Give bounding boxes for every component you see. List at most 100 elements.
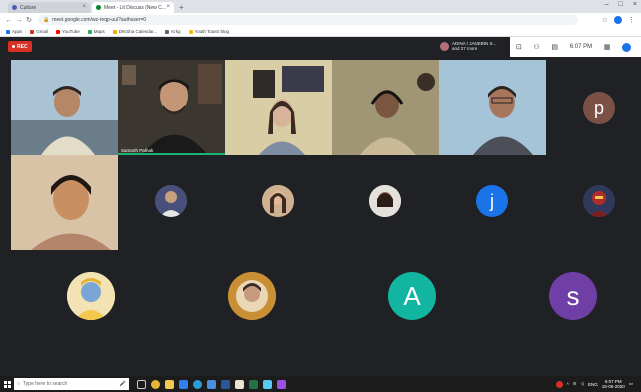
start-button[interactable] — [0, 376, 14, 392]
clock-date: 16-06-2020 — [601, 384, 625, 389]
forward-icon[interactable]: → — [14, 17, 24, 24]
chat-icon[interactable]: ▤ — [551, 43, 558, 51]
participant-video-tile[interactable] — [332, 60, 439, 155]
bookmark-label: YouTube — [62, 29, 80, 34]
record-dot-icon — [12, 45, 15, 48]
close-window-icon[interactable]: × — [633, 1, 637, 8]
search-icon: ○ — [17, 381, 21, 387]
bookmark-maps[interactable]: Maps — [87, 29, 105, 34]
participant-photo-avatar[interactable] — [155, 185, 187, 217]
language-indicator[interactable]: ENG — [588, 382, 598, 387]
close-tab-icon[interactable]: × — [82, 4, 86, 10]
participant-avatar-j[interactable]: j — [476, 185, 508, 217]
mail-icon[interactable] — [207, 379, 216, 389]
avatar-photo — [228, 272, 276, 320]
maximize-icon[interactable]: □ — [619, 1, 623, 8]
people-icon[interactable]: ⚇ — [533, 43, 539, 51]
bookmark-star-icon[interactable]: ☆ — [602, 16, 608, 24]
taskbar-clock[interactable]: 6:07 PM 16-06-2020 — [602, 379, 625, 389]
participant-photo-avatar[interactable] — [262, 185, 294, 217]
participant-photo-avatar[interactable] — [583, 185, 615, 217]
participant-video-tile[interactable] — [11, 60, 118, 155]
participants-summary[interactable]: ADINA / JANEBIN S... and 27 more — [440, 41, 496, 51]
bookmark-gmail[interactable]: Gmail — [30, 29, 48, 34]
word-icon[interactable] — [221, 379, 230, 389]
tiles-grid-icon[interactable]: ▦ — [604, 43, 611, 51]
photos-icon[interactable] — [263, 379, 272, 389]
microphone-icon[interactable]: 🎤 — [120, 381, 126, 387]
avatar-photo — [155, 185, 187, 217]
diksha-icon — [112, 29, 117, 34]
menu-dots-icon[interactable]: ⋮ — [628, 16, 635, 24]
store-icon[interactable] — [179, 379, 188, 389]
bookmark-krkg[interactable]: Krkg — [165, 29, 181, 34]
tab-meet[interactable]: Meet - Lit Discuss (New C... × — [92, 2, 174, 13]
bookmark-label: Youth Toastr blog — [194, 29, 230, 34]
recording-tray-icon[interactable] — [555, 380, 563, 388]
participant-avatar-s[interactable]: s — [549, 272, 597, 320]
participant-video-tile[interactable] — [439, 60, 546, 155]
media-icon[interactable] — [277, 379, 286, 389]
excel-icon[interactable] — [249, 379, 258, 389]
lock-icon: 🔒 — [43, 17, 50, 23]
participant-video-tile[interactable] — [11, 155, 118, 250]
avatar-photo — [67, 272, 115, 320]
tab-culture[interactable]: Culture × — [8, 2, 90, 13]
volume-icon[interactable]: ◁ — [580, 381, 583, 387]
participant-video-tile[interactable]: Samarth Pathak — [118, 60, 225, 155]
apps-icon — [6, 29, 10, 34]
participant-photo-avatar[interactable] — [369, 185, 401, 217]
self-avatar[interactable] — [622, 42, 632, 52]
presenter-avatar — [440, 41, 449, 51]
page-icon — [165, 29, 170, 34]
bookmark-diksha[interactable]: DIKSha Calendar... — [112, 29, 158, 34]
file-explorer-icon[interactable] — [165, 379, 174, 389]
avatar-letter: j — [490, 190, 494, 211]
participant-avatar-a[interactable]: A — [388, 272, 436, 320]
wifi-icon[interactable]: ≋ — [573, 381, 577, 387]
edge-icon[interactable] — [193, 379, 202, 389]
captions-icon[interactable]: ⊡ — [516, 43, 522, 51]
meet-top-toolbar: ⊡ ⚇ ▤ 6:07 PM ▦ — [510, 37, 641, 57]
chevron-up-icon[interactable]: ^ — [567, 382, 569, 387]
bookmark-apps[interactable]: Apps — [6, 29, 22, 34]
taskbar-apps — [137, 379, 286, 389]
gmail-icon — [30, 29, 35, 34]
search-placeholder: Type here to search — [23, 381, 68, 387]
new-tab-button[interactable]: + — [179, 2, 184, 13]
avatar-photo — [369, 185, 401, 217]
participant-photo-avatar[interactable] — [228, 272, 276, 320]
chrome-icon[interactable] — [151, 379, 160, 389]
bookmark-label: Gmail — [36, 29, 49, 34]
participant-video-tile[interactable] — [225, 60, 332, 155]
avatar-photo — [262, 185, 294, 217]
reload-icon[interactable]: ↻ — [24, 16, 34, 24]
bookmark-youth-toastr[interactable]: Youth Toastr blog — [188, 29, 230, 34]
meeting-clock: 6:07 PM — [569, 44, 593, 50]
bookmark-label: DIKSha Calendar... — [118, 29, 158, 34]
url-text: meet.google.com/wz-reqp-uul?authuser=0 — [52, 17, 147, 23]
taskbar-search[interactable]: ○ Type here to search 🎤 — [14, 378, 129, 390]
maps-icon — [87, 29, 92, 34]
address-bar[interactable]: 🔒 meet.google.com/wz-reqp-uul?authuser=0 — [38, 15, 578, 25]
windows-logo-icon — [3, 380, 11, 388]
close-tab-icon[interactable]: × — [166, 4, 170, 10]
back-icon[interactable]: ← — [4, 17, 14, 24]
participant-photo-avatar[interactable] — [67, 272, 115, 320]
blog-icon — [188, 29, 193, 34]
profile-avatar[interactable] — [614, 16, 622, 24]
minimize-icon[interactable]: – — [605, 1, 609, 8]
avatar-photo — [583, 185, 615, 217]
screen: Culture × Meet - Lit Discuss (New C... ×… — [0, 0, 641, 392]
recording-badge: REC — [8, 41, 32, 52]
window-controls: – □ × — [605, 1, 637, 8]
notifications-icon[interactable]: ▭ — [629, 381, 633, 387]
participant-avatar-p[interactable]: p — [583, 92, 615, 124]
browser-toolbar: ← → ↻ 🔒 meet.google.com/wz-reqp-uul?auth… — [0, 13, 641, 27]
task-view-icon[interactable] — [137, 379, 146, 389]
windows-taskbar: ○ Type here to search 🎤 ^ ≋ ◁ ENG 6:07 P… — [0, 376, 641, 392]
paint-icon[interactable] — [235, 379, 244, 389]
youtube-icon — [56, 29, 61, 34]
tab-title: Meet - Lit Discuss (New C... — [104, 4, 166, 11]
bookmark-youtube[interactable]: YouTube — [56, 29, 80, 34]
